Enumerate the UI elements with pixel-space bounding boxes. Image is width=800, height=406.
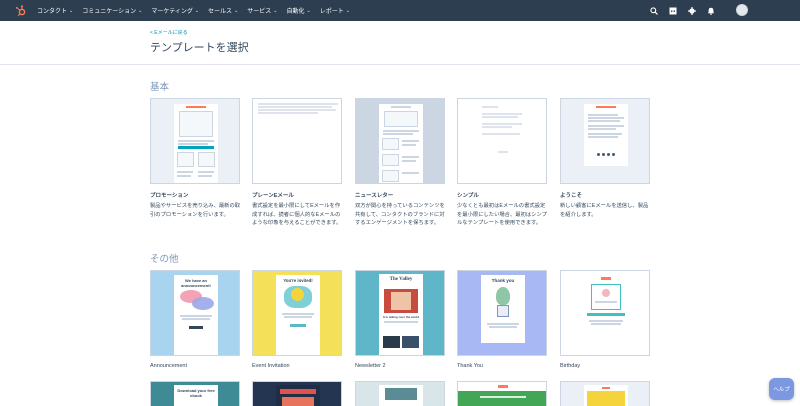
- hubspot-logo-icon[interactable]: [15, 4, 27, 17]
- nav-label: レポート: [319, 9, 344, 15]
- template-name: Newsletter 2: [355, 363, 386, 369]
- template-preview: [253, 99, 341, 183]
- nav-utilities: [650, 0, 715, 21]
- template-preview: [379, 104, 423, 183]
- help-button[interactable]: ヘルプ: [769, 378, 794, 400]
- template-name: シンプル: [457, 193, 479, 199]
- back-to-email-link[interactable]: < Eメールに戻る: [150, 29, 188, 36]
- template-card-promotion[interactable]: [150, 98, 240, 184]
- nav-contacts[interactable]: コンタクト ⌄: [37, 6, 74, 16]
- template-card-plain-email[interactable]: [252, 98, 342, 184]
- chevron-down-icon: ⌄: [138, 7, 143, 14]
- template-description: 双方が関心を持っているコンテンツを共有して、コンタクトのブランドに対するエンゲー…: [355, 203, 445, 226]
- chevron-down-icon: ⌄: [273, 7, 278, 14]
- template-preview: [174, 104, 218, 183]
- template-preview: [584, 104, 628, 166]
- template-name: ニュースレター: [355, 193, 394, 199]
- preview-heading: You're invited!: [283, 278, 313, 283]
- page-title: テンプレートを選択: [150, 42, 249, 54]
- chevron-down-icon: ⌄: [234, 7, 239, 14]
- preview-heading: Download your free ebook: [177, 388, 215, 398]
- template-description: 製品やサービスを売り込み、最新の取引のプロモーションを行います。: [150, 203, 241, 218]
- page-header: < Eメールに戻る テンプレートを選択: [0, 21, 800, 65]
- template-description: 書式設定を最小限にしてEメールを作成すれば、読者に個人的なEメールのような印象を…: [252, 203, 342, 226]
- template-preview: [581, 275, 631, 353]
- template-description: 新しい顧客にEメールを送信し、製品を紹介します。: [560, 203, 649, 218]
- nav-label: コミュニケーション: [82, 9, 137, 15]
- template-card-event-invitation[interactable]: You're invited!: [252, 270, 342, 356]
- template-name: プロモーション: [150, 193, 189, 199]
- template-preview: [458, 382, 546, 406]
- chevron-down-icon: ⌄: [194, 7, 200, 14]
- template-card-row3-4[interactable]: [457, 381, 547, 406]
- template-card-newsletter-2[interactable]: The Valley It is taking over the world: [355, 270, 445, 356]
- template-preview: [276, 385, 320, 406]
- template-preview: [379, 385, 423, 406]
- template-description: 少なくとも最初はEメールの書式設定を最小限にしたい場合、最初はシンプルなテンプレ…: [457, 203, 547, 226]
- template-preview: [584, 385, 628, 406]
- template-preview: Download your free ebook: [174, 385, 218, 406]
- template-card-row3-5[interactable]: [560, 381, 650, 406]
- preview-heading: We have an announcement!: [181, 278, 211, 288]
- nav-reports[interactable]: レポート ⌄: [319, 6, 350, 16]
- preview-heading: The Valley: [389, 277, 413, 282]
- nav-label: 自動化: [286, 9, 305, 15]
- nav-sales[interactable]: セールス ⌄: [208, 6, 239, 16]
- nav-label: セールス: [208, 9, 233, 15]
- template-card-announcement[interactable]: We have an announcement!: [150, 270, 240, 356]
- template-card-birthday[interactable]: [560, 270, 650, 356]
- top-navigation: コンタクト ⌄ コミュニケーション ⌄ マーケティング ⌄ セールス ⌄ サービス ⌄ 自…: [0, 0, 800, 21]
- chevron-down-icon: ⌄: [69, 7, 74, 14]
- template-preview: Thank you: [481, 275, 525, 343]
- gear-icon[interactable]: [688, 6, 696, 15]
- preview-heading: Thank you: [491, 278, 515, 283]
- template-name: Birthday: [560, 363, 581, 369]
- template-card-ebook[interactable]: Download your free ebook: [150, 381, 240, 406]
- nav-service[interactable]: サービス ⌄: [247, 6, 278, 16]
- chevron-down-icon: ⌄: [345, 7, 350, 14]
- section-title-basic: 基本: [150, 82, 170, 93]
- nav-communication[interactable]: コミュニケーション ⌄: [82, 6, 143, 16]
- avatar[interactable]: [736, 4, 748, 16]
- bell-icon[interactable]: [707, 7, 715, 15]
- template-name: プレーンEメール: [252, 193, 294, 199]
- template-card-simple[interactable]: [457, 98, 547, 184]
- template-preview: The Valley It is taking over the world: [379, 274, 423, 355]
- template-name: ようこそ: [560, 193, 583, 199]
- template-preview: We have an announcement!: [174, 275, 218, 355]
- search-icon[interactable]: [650, 6, 658, 15]
- template-name: Announcement: [150, 363, 187, 369]
- template-card-welcome[interactable]: [560, 98, 650, 184]
- template-card-row3-2[interactable]: [252, 381, 342, 406]
- section-title-other: その他: [150, 254, 179, 265]
- template-preview: [478, 103, 528, 181]
- nav-automation[interactable]: 自動化 ⌄: [286, 6, 311, 16]
- nav-marketing[interactable]: マーケティング ⌄: [151, 6, 200, 16]
- preview-subheading: It is taking over the world: [382, 315, 420, 319]
- template-card-newsletter[interactable]: [355, 98, 445, 184]
- nav-label: マーケティング: [151, 9, 193, 15]
- template-card-row3-3[interactable]: [355, 381, 445, 406]
- template-preview: You're invited!: [276, 275, 320, 355]
- nav-label: コンタクト: [37, 9, 68, 15]
- nav-label: サービス: [247, 9, 272, 15]
- chevron-down-icon: ⌄: [306, 7, 311, 14]
- template-name: Event Invitation: [252, 363, 290, 369]
- marketplace-icon[interactable]: [669, 7, 677, 15]
- template-name: Thank You: [457, 363, 483, 369]
- template-card-thank-you[interactable]: Thank you: [457, 270, 547, 356]
